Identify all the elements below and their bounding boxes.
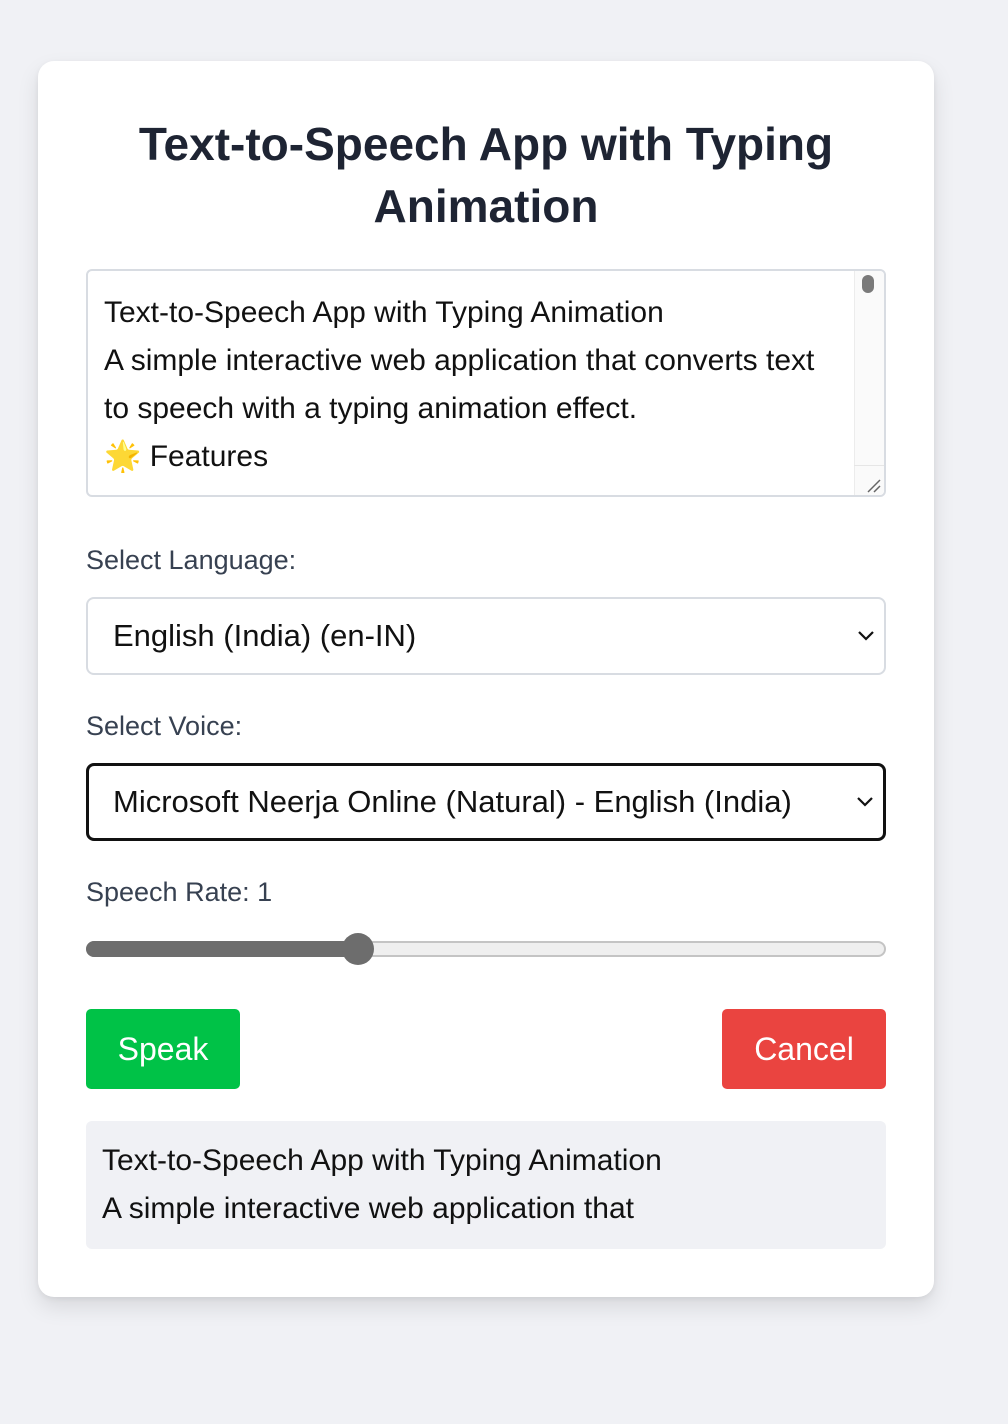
- cancel-button[interactable]: Cancel: [722, 1009, 886, 1089]
- textarea-scrollbar[interactable]: [854, 271, 884, 495]
- slider-thumb[interactable]: [342, 933, 374, 965]
- voice-select-value: Microsoft Neerja Online (Natural) - Engl…: [113, 784, 792, 819]
- chevron-down-icon: [857, 797, 873, 807]
- speech-rate-slider[interactable]: [86, 933, 886, 965]
- scrollbar-thumb[interactable]: [862, 275, 874, 293]
- language-select[interactable]: English (India) (en-IN): [86, 597, 886, 675]
- page-title: Text-to-Speech App with Typing Animation: [138, 118, 834, 232]
- typing-output: Text-to-Speech App with Typing Animation…: [86, 1121, 886, 1249]
- text-input-content[interactable]: Text-to-Speech App with Typing Animation…: [104, 289, 844, 481]
- speak-button[interactable]: Speak: [86, 1009, 240, 1089]
- slider-fill: [86, 941, 358, 957]
- language-select-value: English (India) (en-IN): [113, 618, 417, 653]
- voice-label: Select Voice:: [86, 711, 243, 741]
- speech-rate-label: Speech Rate: 1: [86, 877, 273, 907]
- language-label: Select Language:: [86, 545, 297, 575]
- voice-select[interactable]: Microsoft Neerja Online (Natural) - Engl…: [86, 763, 886, 841]
- app-card: Text-to-Speech App with Typing Animation…: [38, 61, 934, 1297]
- resize-grip-icon[interactable]: [854, 465, 884, 495]
- chevron-down-icon: [858, 631, 874, 641]
- text-input-area[interactable]: Text-to-Speech App with Typing Animation…: [86, 269, 886, 497]
